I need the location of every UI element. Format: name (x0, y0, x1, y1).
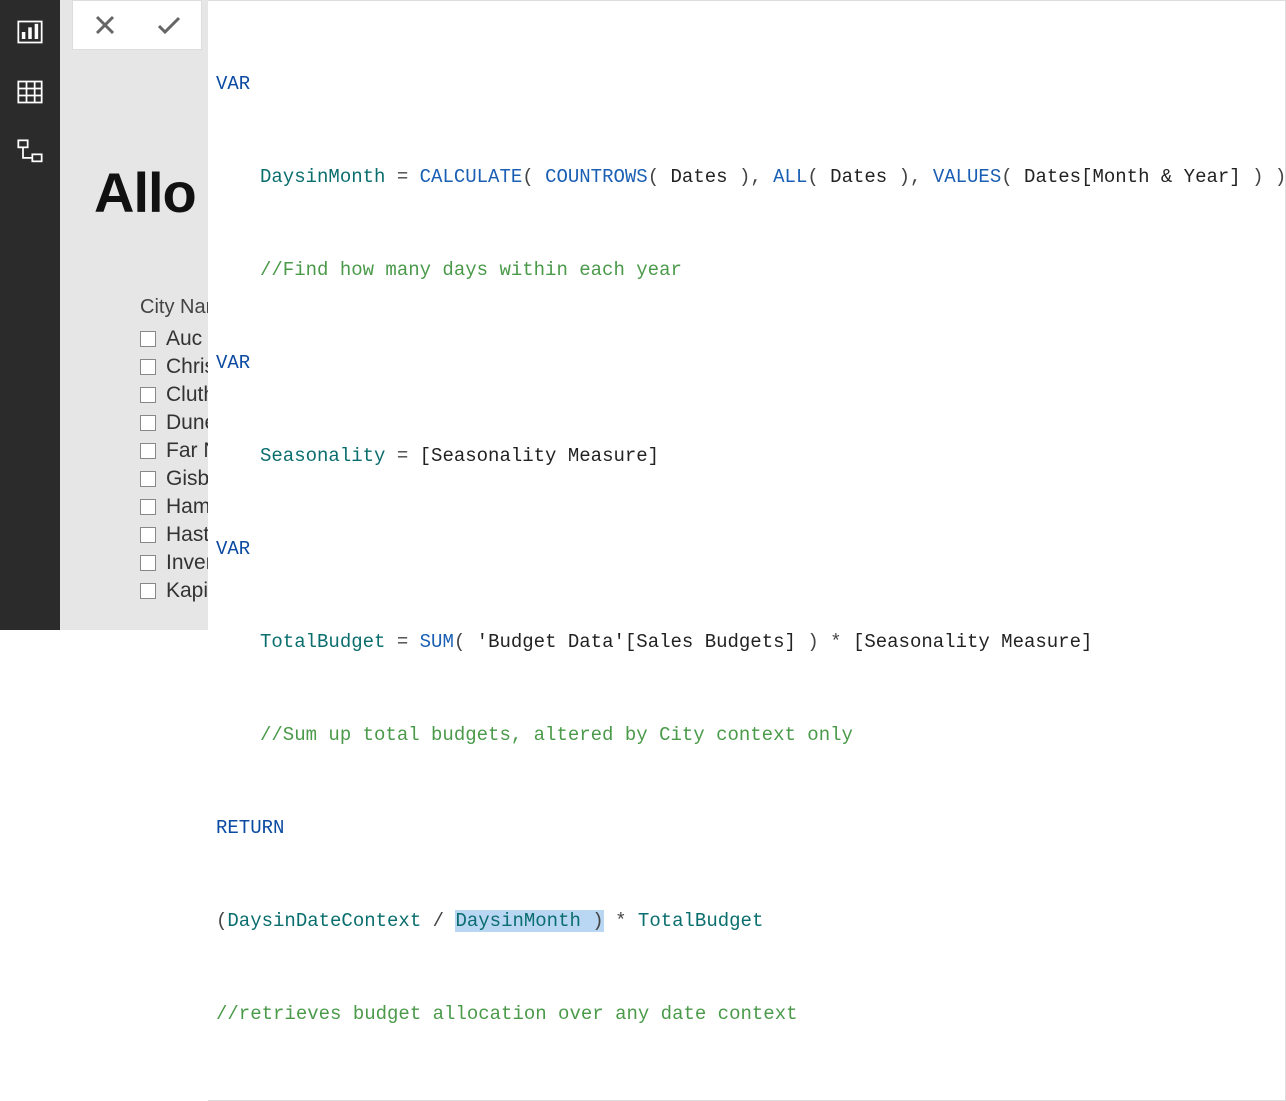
left-nav (0, 0, 60, 630)
cancel-button[interactable] (88, 8, 122, 42)
checkbox-icon[interactable] (140, 555, 156, 571)
checkbox-icon[interactable] (140, 359, 156, 375)
dax-func: CALCULATE (420, 166, 523, 188)
checkbox-icon[interactable] (140, 583, 156, 599)
checkbox-icon[interactable] (140, 443, 156, 459)
dax-selected-token: DaysinMonth (455, 910, 592, 932)
checkbox-icon[interactable] (140, 387, 156, 403)
report-canvas: Allo City Nar AucChristchurchCluthaDuned… (60, 0, 1286, 630)
commit-button[interactable] (152, 8, 186, 42)
dax-keyword-return: RETURN (216, 817, 284, 839)
checkbox-icon[interactable] (140, 499, 156, 515)
checkbox-icon[interactable] (140, 415, 156, 431)
dax-varname: DaysinMonth (260, 166, 385, 188)
checkbox-icon[interactable] (140, 527, 156, 543)
dax-comment: //Find how many days within each year (260, 259, 682, 281)
slicer-item-label: Auc (166, 327, 202, 351)
formula-confirm-bar (72, 0, 202, 50)
formula-editor[interactable]: VAR DaysinMonth = CALCULATE( COUNTROWS( … (208, 0, 1286, 1101)
page-title: Allo (94, 160, 196, 225)
dax-keyword-var: VAR (216, 73, 250, 95)
report-view-icon[interactable] (16, 18, 44, 46)
model-view-icon[interactable] (16, 138, 44, 166)
data-view-icon[interactable] (16, 78, 44, 106)
checkbox-icon[interactable] (140, 331, 156, 347)
checkbox-icon[interactable] (140, 471, 156, 487)
